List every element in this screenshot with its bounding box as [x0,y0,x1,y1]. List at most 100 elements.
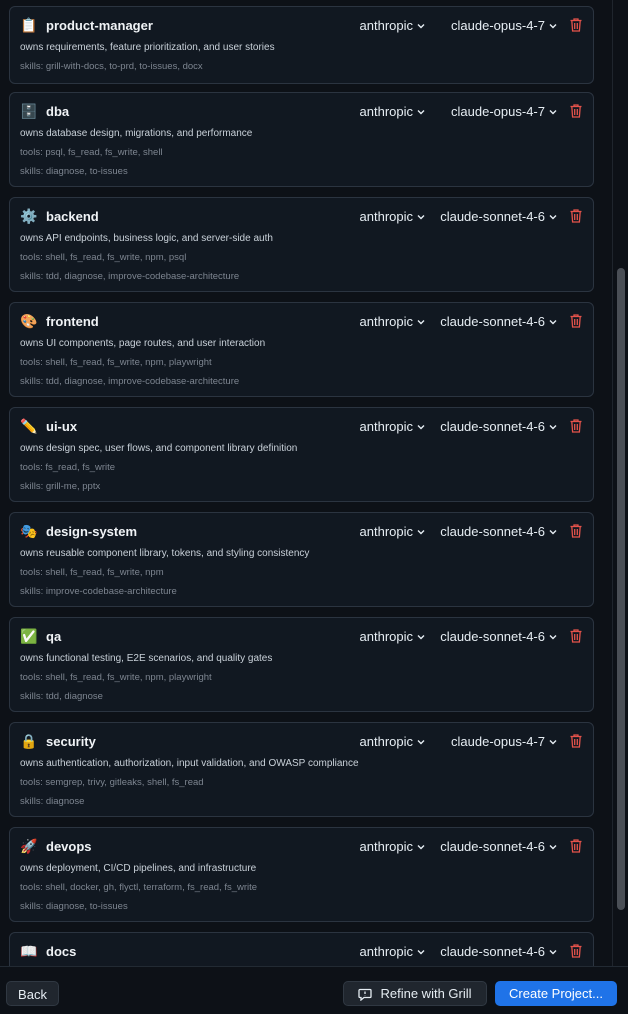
agent-name: devops [46,839,92,854]
model-select[interactable]: claude-opus-4-7 [451,17,557,34]
scrollbar-thumb[interactable] [617,268,625,910]
model-select[interactable]: claude-sonnet-4-6 [440,313,557,330]
model-select[interactable]: claude-opus-4-7 [451,103,557,120]
provider-select[interactable]: anthropic [360,943,425,960]
agent-card: 🗄️ dba anthropic claude-opus-4-7 owns databa… [9,92,594,187]
provider-value: anthropic [359,419,413,434]
delete-agent-button[interactable] [569,103,583,119]
model-value: claude-sonnet-4-6 [440,629,545,644]
trash-icon [569,419,583,438]
chevron-down-icon [417,949,425,954]
model-select[interactable]: claude-sonnet-4-6 [440,523,557,540]
agent-skills: skills: tdd, diagnose, improve-codebase-… [20,376,240,387]
create-project-button[interactable]: Create Project... [495,981,617,1006]
chevron-down-icon [417,109,425,114]
agent-card: ✏️ ui-ux anthropic claude-sonnet-4-6 owns de… [9,407,594,502]
agent-name: qa [46,629,62,644]
agent-tools: tools: shell, fs_read, fs_write, npm, ps… [20,252,187,263]
chevron-down-icon [549,214,557,219]
agent-skills: skills: improve-codebase-architecture [20,586,177,597]
agent-card: 📖 docs anthropic claude-sonnet-4-6 [9,932,594,966]
delete-agent-button[interactable] [569,208,583,224]
provider-value: anthropic [359,839,413,854]
agent-name: security [46,734,96,749]
chevron-down-icon [549,23,557,28]
agent-card: ✅ qa anthropic claude-sonnet-4-6 owns functi… [9,617,594,712]
chevron-down-icon [417,844,425,849]
agent-name: product-manager [46,18,153,33]
delete-agent-button[interactable] [569,733,583,749]
agent-description: owns database design, migrations, and pe… [20,128,253,139]
chevron-down-icon [417,424,425,429]
chevron-down-icon [549,529,557,534]
provider-select[interactable]: anthropic [360,208,425,225]
agent-tools: tools: shell, docker, gh, flyctl, terraf… [20,882,258,893]
palette-icon: 🎨 [20,313,38,329]
chevron-down-icon [417,739,425,744]
agent-list[interactable]: 📋 product-manager anthropic claude-opus-4-7… [0,0,612,966]
chevron-down-icon [549,844,557,849]
agent-skills: skills: tdd, diagnose, improve-codebase-… [20,271,240,282]
provider-select[interactable]: anthropic [360,17,425,34]
model-select[interactable]: claude-sonnet-4-6 [440,838,557,855]
model-select[interactable]: claude-sonnet-4-6 [440,628,557,645]
provider-select[interactable]: anthropic [360,313,425,330]
chevron-down-icon [549,424,557,429]
provider-select[interactable]: anthropic [360,838,425,855]
chevron-down-icon [549,949,557,954]
chevron-down-icon [549,319,557,324]
provider-select[interactable]: anthropic [360,523,425,540]
agent-card: 🎭 design-system anthropic claude-sonnet-4-6… [9,512,594,607]
provider-select[interactable]: anthropic [360,733,425,750]
provider-select[interactable]: anthropic [360,103,425,120]
agent-card: 🎨 frontend anthropic claude-sonnet-4-6 owns … [9,302,594,397]
provider-value: anthropic [359,314,413,329]
trash-icon [569,314,583,333]
footer-bar: Back Refine with Grill Create Project... [0,966,628,1014]
agent-card: 🔒 security anthropic claude-opus-4-7 owns au… [9,722,594,817]
provider-value: anthropic [359,209,413,224]
agent-description: owns deployment, CI/CD pipelines, and in… [20,863,257,874]
model-value: claude-opus-4-7 [451,734,545,749]
provider-select[interactable]: anthropic [360,418,425,435]
delete-agent-button[interactable] [569,17,583,33]
scrollbar[interactable] [612,0,628,966]
file-cabinet-icon: 🗄️ [20,103,38,119]
provider-select[interactable]: anthropic [360,628,425,645]
chat-bubble-icon [358,988,373,1001]
model-select[interactable]: claude-sonnet-4-6 [440,418,557,435]
delete-agent-button[interactable] [569,523,583,539]
chevron-down-icon [417,319,425,324]
agent-tools: tools: semgrep, trivy, gitleaks, shell, … [20,777,204,788]
delete-agent-button[interactable] [569,838,583,854]
clipboard-icon: 📋 [20,17,38,33]
trash-icon [569,629,583,648]
agent-card: 🚀 devops anthropic claude-sonnet-4-6 owns de… [9,827,594,922]
model-select[interactable]: claude-sonnet-4-6 [440,208,557,225]
delete-agent-button[interactable] [569,418,583,434]
delete-agent-button[interactable] [569,628,583,644]
agent-card: 📋 product-manager anthropic claude-opus-4-7… [9,6,594,84]
model-value: claude-opus-4-7 [451,104,545,119]
trash-icon [569,18,583,37]
agent-tools: tools: shell, fs_read, fs_write, npm, pl… [20,672,212,683]
delete-agent-button[interactable] [569,943,583,959]
lock-icon: 🔒 [20,733,38,749]
trash-icon [569,524,583,543]
refine-with-grill-button[interactable]: Refine with Grill [343,981,487,1006]
delete-agent-button[interactable] [569,313,583,329]
agent-tools: tools: shell, fs_read, fs_write, npm, pl… [20,357,212,368]
trash-icon [569,734,583,753]
provider-value: anthropic [359,524,413,539]
model-value: claude-opus-4-7 [451,18,545,33]
agent-name: frontend [46,314,99,329]
back-button[interactable]: Back [6,981,59,1006]
agent-name: ui-ux [46,419,78,434]
agent-description: owns functional testing, E2E scenarios, … [20,653,273,664]
agent-description: owns reusable component library, tokens,… [20,548,310,559]
model-select[interactable]: claude-sonnet-4-6 [440,943,557,960]
agent-skills: skills: diagnose, to-issues [20,166,128,177]
model-select[interactable]: claude-opus-4-7 [451,733,557,750]
model-value: claude-sonnet-4-6 [440,524,545,539]
agent-skills: skills: grill-me, pptx [20,481,101,492]
